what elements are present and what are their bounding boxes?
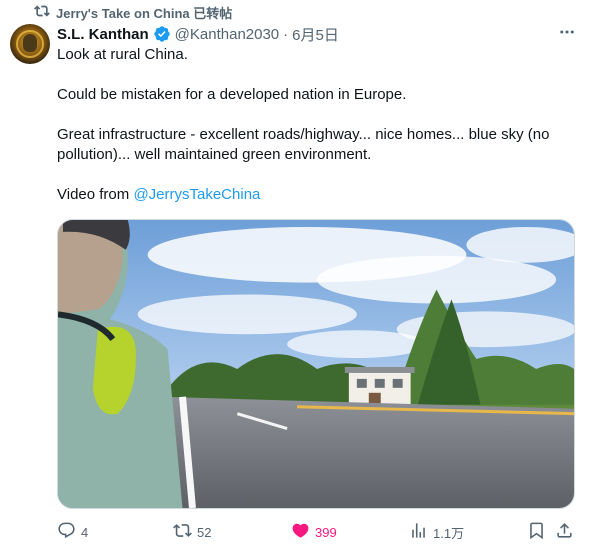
bookmark-icon	[527, 521, 546, 543]
reply-icon	[57, 521, 76, 543]
video-credit-link[interactable]: @JerrysTakeChina	[133, 186, 260, 203]
verified-badge-icon	[153, 25, 171, 43]
share-button[interactable]	[555, 522, 574, 542]
repost-indicator[interactable]: Jerry's Take on China 已转帖	[34, 3, 232, 21]
reply-button[interactable]: 4	[57, 522, 88, 542]
avatar[interactable]	[10, 24, 50, 64]
repost-count: 52	[197, 524, 212, 540]
tweet-header: S.L. Kanthan @Kanthan2030 · 6月5日	[57, 24, 339, 44]
tweet-line-2: Could be mistaken for a developed nation…	[57, 86, 407, 103]
share-icon	[555, 521, 574, 543]
like-count: 399	[315, 524, 337, 540]
more-options-button[interactable]	[557, 24, 577, 44]
video-player[interactable]	[57, 219, 575, 509]
tweet-line-4: Video from @JerrysTakeChina	[57, 185, 577, 205]
bookmark-button[interactable]	[527, 522, 546, 542]
video-credit-prefix: Video from	[57, 186, 134, 203]
views-chart-icon	[409, 521, 428, 543]
tweet-line-1: Look at rural China.	[57, 46, 188, 63]
repost-button[interactable]: 52	[173, 522, 211, 542]
more-icon	[558, 23, 576, 46]
tweet-line-3: Great infrastructure - excellent roads/h…	[57, 126, 554, 163]
action-bar: 4 52 399 1.1万	[57, 522, 577, 544]
author-name[interactable]: S.L. Kanthan	[57, 26, 149, 43]
like-button[interactable]: 399	[291, 522, 337, 542]
repost-text: Jerry's Take on China 已转帖	[56, 5, 233, 21]
author-handle[interactable]: @Kanthan2030	[175, 26, 279, 43]
heart-icon	[291, 521, 310, 543]
views-count: 1.1万	[433, 525, 465, 541]
reply-count: 4	[81, 524, 89, 540]
repost-action-icon	[173, 521, 192, 543]
post-date[interactable]: 6月5日	[292, 24, 339, 45]
views-button[interactable]: 1.1万	[409, 522, 464, 542]
repost-icon	[34, 3, 50, 22]
tweet-text: Look at rural China. Could be mistaken f…	[57, 45, 577, 205]
video-frame	[58, 220, 574, 508]
separator-dot: ·	[283, 25, 289, 43]
